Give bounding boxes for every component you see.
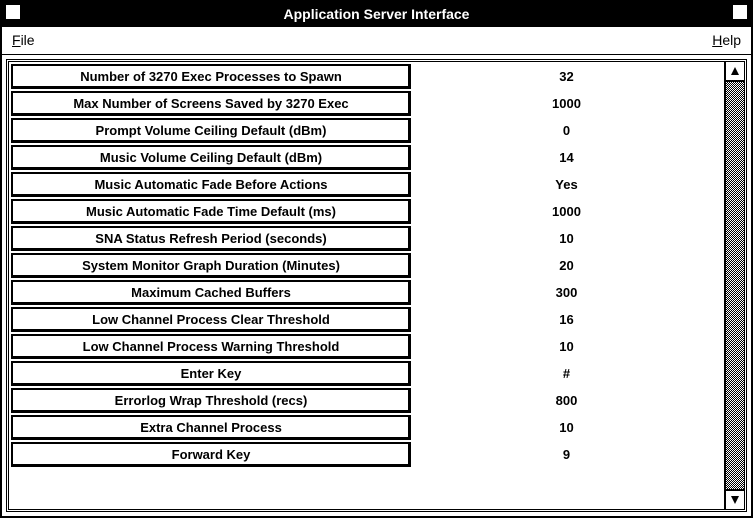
setting-value[interactable]: 20: [411, 253, 722, 278]
settings-row: System Monitor Graph Duration (Minutes)2…: [11, 253, 722, 278]
menu-help-rest: elp: [722, 32, 741, 48]
settings-row: Maximum Cached Buffers300: [11, 280, 722, 305]
settings-row: Music Automatic Fade Before ActionsYes: [11, 172, 722, 197]
setting-label[interactable]: Number of 3270 Exec Processes to Spawn: [11, 64, 411, 89]
window-title: Application Server Interface: [284, 6, 470, 22]
menu-file[interactable]: File: [12, 32, 35, 48]
setting-value[interactable]: 9: [411, 442, 722, 467]
setting-label[interactable]: Maximum Cached Buffers: [11, 280, 411, 305]
settings-list: Number of 3270 Exec Processes to Spawn32…: [9, 62, 724, 509]
setting-label[interactable]: Low Channel Process Clear Threshold: [11, 307, 411, 332]
setting-value[interactable]: Yes: [411, 172, 722, 197]
window-control-icon[interactable]: [733, 5, 747, 19]
content-wrap: Number of 3270 Exec Processes to Spawn32…: [2, 55, 751, 516]
menu-bar: File Help: [2, 27, 751, 55]
setting-label[interactable]: Music Automatic Fade Time Default (ms): [11, 199, 411, 224]
setting-value[interactable]: 0: [411, 118, 722, 143]
window-menu-icon[interactable]: [6, 5, 20, 19]
menu-help[interactable]: Help: [712, 32, 741, 48]
setting-label[interactable]: SNA Status Refresh Period (seconds): [11, 226, 411, 251]
settings-row: Music Volume Ceiling Default (dBm)14: [11, 145, 722, 170]
settings-row: Music Automatic Fade Time Default (ms)10…: [11, 199, 722, 224]
settings-row: Low Channel Process Clear Threshold16: [11, 307, 722, 332]
vertical-scrollbar[interactable]: [724, 62, 744, 509]
setting-value[interactable]: #: [411, 361, 722, 386]
setting-value[interactable]: 10: [411, 415, 722, 440]
setting-label[interactable]: Forward Key: [11, 442, 411, 467]
setting-value[interactable]: 32: [411, 64, 722, 89]
setting-label[interactable]: Errorlog Wrap Threshold (recs): [11, 388, 411, 413]
setting-label[interactable]: Max Number of Screens Saved by 3270 Exec: [11, 91, 411, 116]
content-frame: Number of 3270 Exec Processes to Spawn32…: [6, 59, 747, 512]
setting-label[interactable]: Enter Key: [11, 361, 411, 386]
menu-file-rest: ile: [21, 32, 35, 48]
settings-row: Max Number of Screens Saved by 3270 Exec…: [11, 91, 722, 116]
scrollbar-track[interactable]: [726, 82, 744, 489]
setting-label[interactable]: Low Channel Process Warning Threshold: [11, 334, 411, 359]
setting-label[interactable]: Music Automatic Fade Before Actions: [11, 172, 411, 197]
scroll-up-button[interactable]: [726, 62, 744, 82]
scroll-down-button[interactable]: [726, 489, 744, 509]
setting-value[interactable]: 300: [411, 280, 722, 305]
setting-value[interactable]: 1000: [411, 199, 722, 224]
triangle-up-icon: [730, 66, 740, 76]
setting-label[interactable]: Music Volume Ceiling Default (dBm): [11, 145, 411, 170]
settings-row: Number of 3270 Exec Processes to Spawn32: [11, 64, 722, 89]
setting-label[interactable]: System Monitor Graph Duration (Minutes): [11, 253, 411, 278]
settings-row: Extra Channel Process10: [11, 415, 722, 440]
settings-row: Enter Key#: [11, 361, 722, 386]
setting-value[interactable]: 10: [411, 334, 722, 359]
setting-value[interactable]: 1000: [411, 91, 722, 116]
setting-label[interactable]: Extra Channel Process: [11, 415, 411, 440]
setting-value[interactable]: 800: [411, 388, 722, 413]
setting-value[interactable]: 16: [411, 307, 722, 332]
settings-row: Prompt Volume Ceiling Default (dBm)0: [11, 118, 722, 143]
settings-row: Forward Key9: [11, 442, 722, 467]
setting-value[interactable]: 14: [411, 145, 722, 170]
triangle-down-icon: [730, 495, 740, 505]
setting-value[interactable]: 10: [411, 226, 722, 251]
settings-row: SNA Status Refresh Period (seconds)10: [11, 226, 722, 251]
setting-label[interactable]: Prompt Volume Ceiling Default (dBm): [11, 118, 411, 143]
settings-row: Errorlog Wrap Threshold (recs)800: [11, 388, 722, 413]
settings-row: Low Channel Process Warning Threshold10: [11, 334, 722, 359]
title-bar: Application Server Interface: [2, 2, 751, 27]
app-window: Application Server Interface File Help N…: [0, 0, 753, 518]
